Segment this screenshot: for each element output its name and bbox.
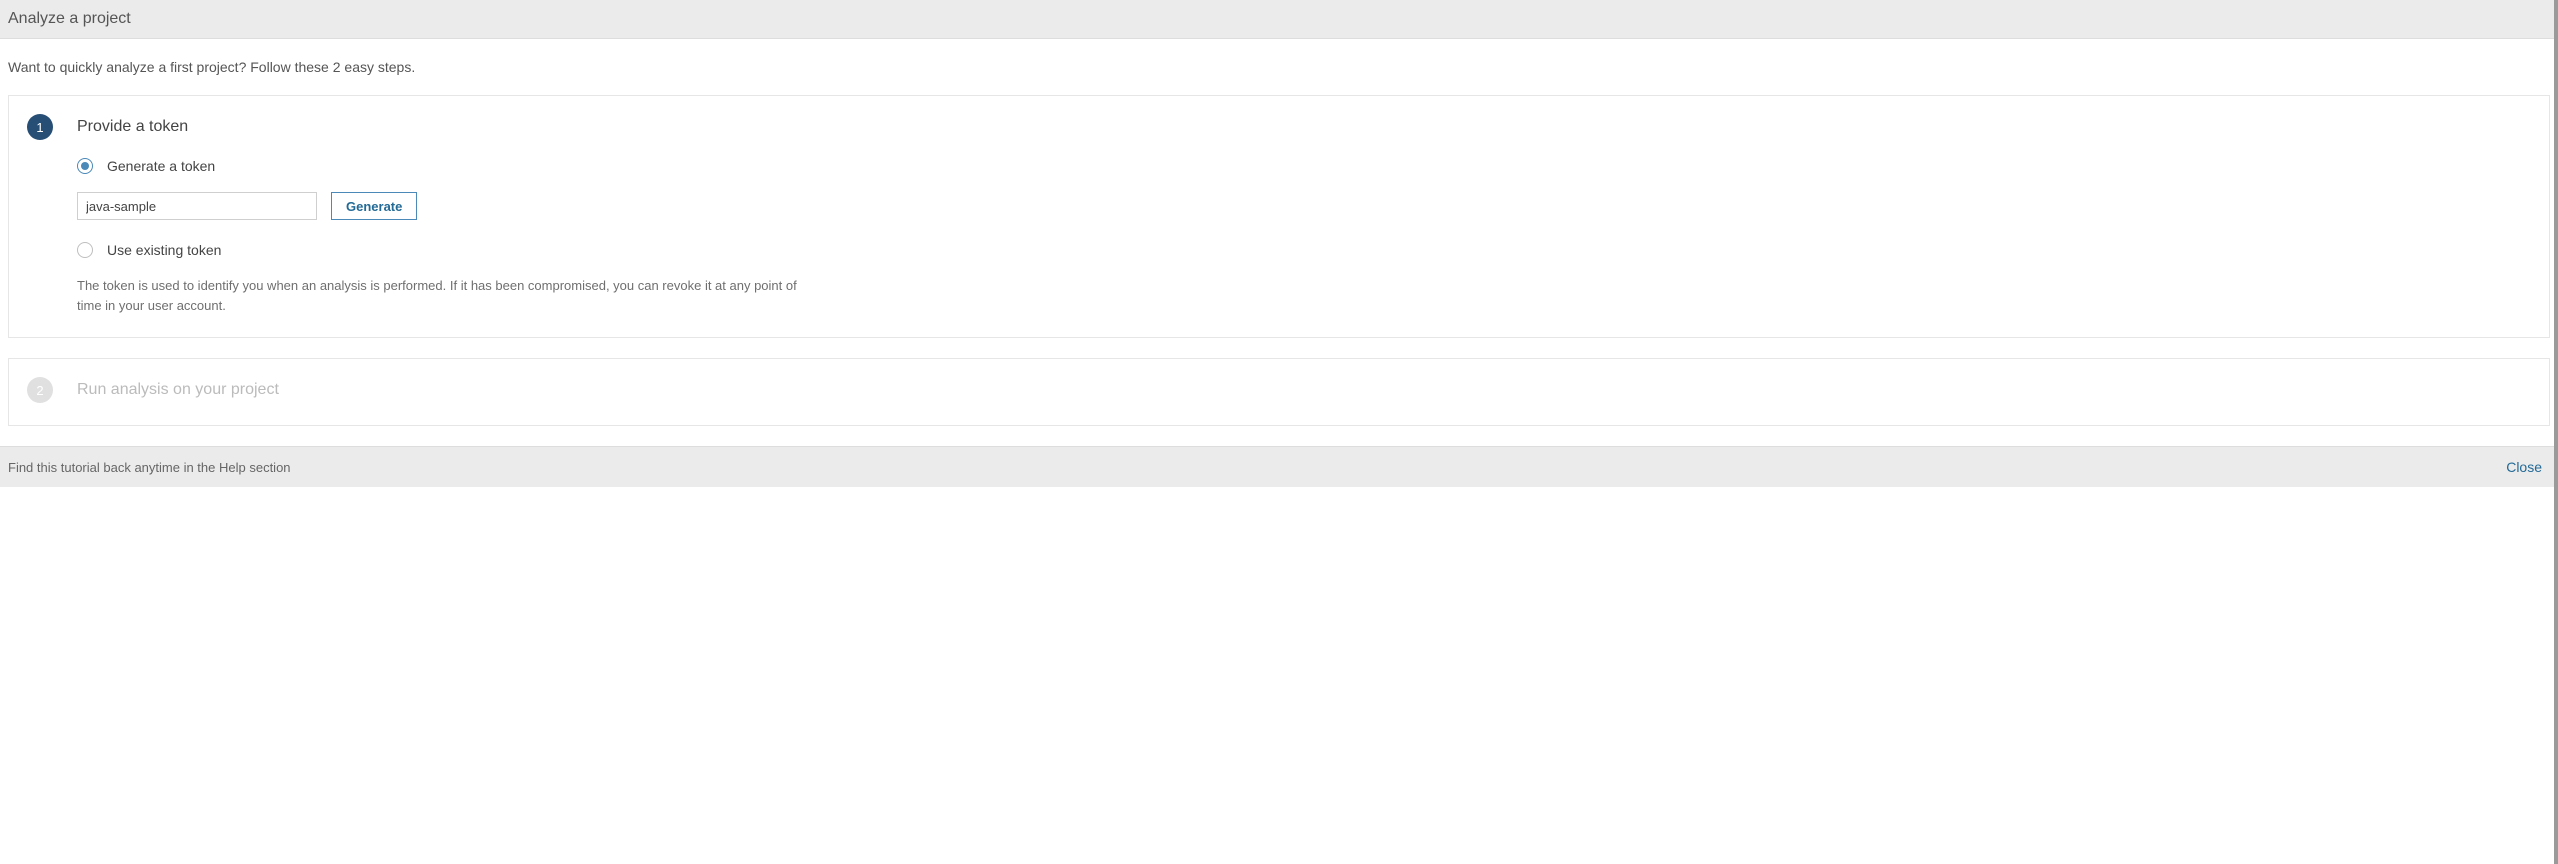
- intro-text: Want to quickly analyze a first project?…: [8, 59, 2550, 75]
- radio-option-use-existing-token[interactable]: Use existing token: [77, 242, 847, 258]
- generate-button[interactable]: Generate: [331, 192, 417, 220]
- step-1-title: Provide a token: [77, 118, 188, 136]
- token-name-input[interactable]: [77, 192, 317, 220]
- footer-help-hint: Find this tutorial back anytime in the H…: [8, 460, 291, 475]
- token-input-row: Generate: [77, 192, 847, 220]
- step-1-badge: 1: [27, 114, 53, 140]
- modal-footer: Find this tutorial back anytime in the H…: [0, 446, 2558, 487]
- step-1-header: 1 Provide a token: [27, 114, 2531, 140]
- step-2-header: 2 Run analysis on your project: [27, 377, 2531, 403]
- radio-icon: [77, 158, 93, 174]
- radio-dot-icon: [81, 162, 89, 170]
- radio-label-existing: Use existing token: [107, 242, 221, 258]
- scrollbar[interactable]: [2554, 0, 2558, 864]
- radio-option-generate-token[interactable]: Generate a token: [77, 158, 847, 174]
- step-1-panel: 1 Provide a token Generate a token Gener…: [8, 95, 2550, 338]
- step-2-badge: 2: [27, 377, 53, 403]
- token-help-text: The token is used to identify you when a…: [77, 276, 817, 315]
- step-2-panel: 2 Run analysis on your project: [8, 358, 2550, 426]
- radio-label-generate: Generate a token: [107, 158, 215, 174]
- radio-icon: [77, 242, 93, 258]
- close-link[interactable]: Close: [2506, 459, 2542, 475]
- content-area: Want to quickly analyze a first project?…: [0, 39, 2558, 426]
- modal-header: Analyze a project: [0, 0, 2558, 39]
- modal-title: Analyze a project: [8, 10, 131, 27]
- step-1-body: Generate a token Generate Use existing t…: [27, 158, 847, 315]
- step-2-title: Run analysis on your project: [77, 381, 279, 399]
